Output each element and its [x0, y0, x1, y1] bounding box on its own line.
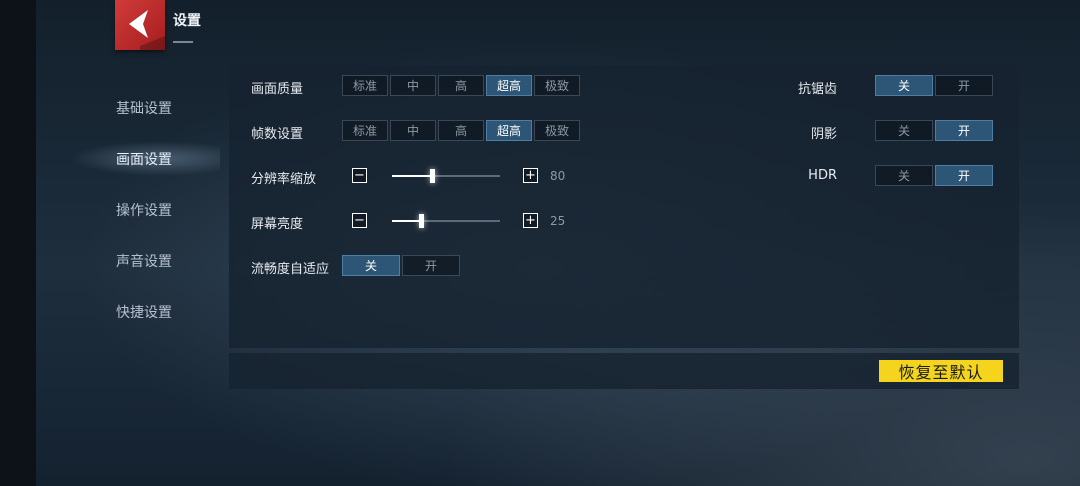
reset-default-button[interactable]: 恢复至默认	[879, 360, 1003, 382]
slider-thumb[interactable]	[430, 169, 435, 183]
hdr-label: HDR	[808, 168, 837, 183]
sidebar: 基础设置 画面设置 操作设置 声音设置 快捷设置	[70, 82, 240, 337]
quality-option[interactable]: 极致	[534, 75, 580, 96]
shadow-option[interactable]: 关	[875, 120, 933, 141]
brightness-value: 25	[550, 214, 566, 228]
sidebar-item-shortcuts[interactable]: 快捷设置	[70, 286, 240, 337]
fps-option[interactable]: 标准	[342, 120, 388, 141]
adaptive-option[interactable]: 开	[402, 255, 460, 276]
brightness-label: 屏幕亮度	[251, 217, 304, 232]
sidebar-item-label: 快捷设置	[116, 304, 172, 321]
resolution-value: 80	[550, 169, 566, 183]
sidebar-item-graphics[interactable]: 画面设置	[70, 133, 240, 184]
settings-panel	[229, 66, 1019, 348]
brightness-increase-button[interactable]: +	[523, 213, 538, 228]
slider-thumb[interactable]	[419, 214, 424, 228]
fps-option[interactable]: 中	[390, 120, 436, 141]
antialias-label: 抗锯齿	[797, 82, 837, 97]
quality-option[interactable]: 高	[438, 75, 484, 96]
fps-option[interactable]: 超高	[486, 120, 532, 141]
quality-option[interactable]: 标准	[342, 75, 388, 96]
sidebar-item-label: 声音设置	[116, 253, 172, 270]
sidebar-item-label: 基础设置	[116, 100, 172, 117]
adaptive-option[interactable]: 关	[342, 255, 400, 276]
title-underline	[173, 41, 193, 43]
hdr-option[interactable]: 开	[935, 165, 993, 186]
sidebar-item-controls[interactable]: 操作设置	[70, 184, 240, 235]
sidebar-item-basic[interactable]: 基础设置	[70, 82, 240, 133]
screen-edge	[0, 0, 36, 486]
adaptive-label: 流畅度自适应	[251, 262, 330, 277]
quality-option[interactable]: 超高	[486, 75, 532, 96]
shadow-label: 阴影	[810, 127, 837, 142]
slider-track[interactable]	[392, 214, 500, 228]
hdr-toggle: 关 开	[875, 165, 993, 186]
back-arrow-icon	[129, 10, 165, 50]
resolution-increase-button[interactable]: +	[523, 168, 538, 183]
quality-selector: 标准 中 高 超高 极致	[342, 75, 580, 96]
resolution-slider: − + 80	[352, 166, 572, 187]
page-title: 设置	[173, 13, 201, 29]
antialias-toggle: 关 开	[875, 75, 993, 96]
slider-fill	[392, 220, 421, 222]
sidebar-item-label: 操作设置	[116, 202, 172, 219]
fps-option[interactable]: 高	[438, 120, 484, 141]
fps-option[interactable]: 极致	[534, 120, 580, 141]
adaptive-toggle: 关 开	[342, 255, 460, 276]
sidebar-item-sound[interactable]: 声音设置	[70, 235, 240, 286]
fps-label: 帧数设置	[251, 127, 304, 142]
quality-option[interactable]: 中	[390, 75, 436, 96]
fps-selector: 标准 中 高 超高 极致	[342, 120, 580, 141]
hdr-option[interactable]: 关	[875, 165, 933, 186]
resolution-label: 分辨率缩放	[251, 172, 317, 187]
antialias-option[interactable]: 开	[935, 75, 993, 96]
shadow-toggle: 关 开	[875, 120, 993, 141]
slider-track[interactable]	[392, 169, 500, 183]
brightness-decrease-button[interactable]: −	[352, 213, 367, 228]
sidebar-item-label: 画面设置	[116, 151, 172, 168]
slider-fill	[392, 175, 432, 177]
quality-label: 画面质量	[251, 82, 304, 97]
antialias-option[interactable]: 关	[875, 75, 933, 96]
back-button[interactable]	[115, 0, 165, 50]
shadow-option[interactable]: 开	[935, 120, 993, 141]
brightness-slider: − + 25	[352, 211, 572, 232]
resolution-decrease-button[interactable]: −	[352, 168, 367, 183]
